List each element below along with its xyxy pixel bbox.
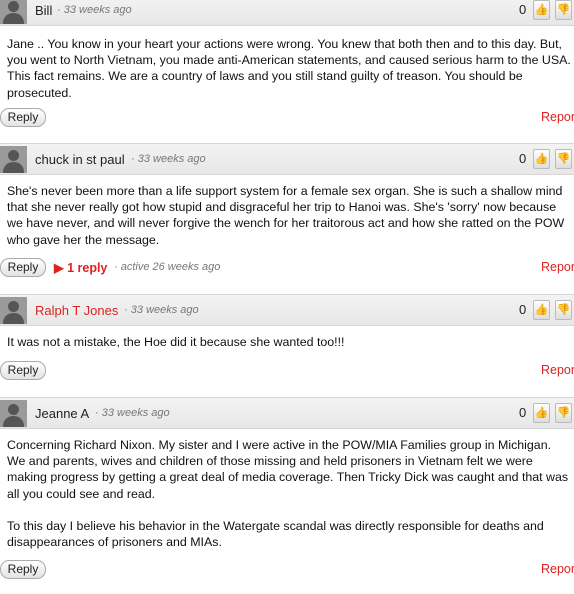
- comment-timestamp: · 33 weeks ago: [95, 407, 170, 419]
- thumbs-down-icon[interactable]: 👎: [555, 403, 572, 423]
- comment-paragraph: Concerning Richard Nixon. My sister and …: [7, 438, 569, 501]
- reply-button[interactable]: Reply: [0, 108, 46, 127]
- vote-score: 0: [519, 151, 527, 166]
- comment-timestamp: · 33 weeks ago: [57, 4, 132, 16]
- reply-button[interactable]: Reply: [0, 560, 46, 579]
- comment-author[interactable]: Jeanne A: [35, 406, 89, 421]
- comment-author[interactable]: Ralph T Jones: [35, 303, 118, 318]
- vote-score: 0: [519, 302, 527, 317]
- comment: Jeanne A · 33 weeks ago 0 👍 👎 Concerning…: [0, 397, 574, 594]
- report-link[interactable]: Report: [541, 363, 574, 377]
- comment-header: Bill · 33 weeks ago 0 👍 👎: [0, 0, 574, 26]
- comment: Ralph T Jones · 33 weeks ago 0 👍 👎 It wa…: [0, 294, 574, 384]
- report-link[interactable]: Report: [541, 110, 574, 124]
- comment-author[interactable]: Bill: [35, 3, 52, 18]
- thumbs-up-icon[interactable]: 👍: [533, 300, 550, 320]
- comment-paragraph: Jane .. You know in your heart your acti…: [7, 37, 571, 100]
- comment-body: Concerning Richard Nixon. My sister and …: [7, 437, 572, 566]
- reply-button[interactable]: Reply: [0, 361, 46, 380]
- vote-score: 0: [519, 405, 527, 420]
- thumbs-up-icon[interactable]: 👍: [533, 0, 550, 20]
- comment-paragraph: To this day I believe his behavior in th…: [7, 518, 544, 550]
- comment-header: chuck in st paul · 33 weeks ago 0 👍 👎: [0, 143, 574, 175]
- thumbs-up-icon[interactable]: 👍: [533, 149, 550, 169]
- default-avatar-icon[interactable]: [0, 146, 27, 173]
- thumbs-down-icon[interactable]: 👎: [555, 0, 572, 20]
- thumbs-down-icon[interactable]: 👎: [555, 149, 572, 169]
- comment: Bill · 33 weeks ago 0 👍 👎 Jane .. You kn…: [0, 0, 574, 134]
- reply-button[interactable]: Reply: [0, 258, 46, 277]
- default-avatar-icon[interactable]: [0, 0, 27, 24]
- comment: chuck in st paul · 33 weeks ago 0 👍 👎 Sh…: [0, 143, 574, 283]
- vote-score: 0: [519, 2, 527, 17]
- comment-paragraph: It was not a mistake, the Hoe did it bec…: [7, 335, 345, 349]
- report-link[interactable]: Report: [541, 562, 574, 576]
- default-avatar-icon[interactable]: [0, 400, 27, 427]
- default-avatar-icon[interactable]: [0, 297, 27, 324]
- comment-timestamp: · 33 weeks ago: [124, 304, 199, 316]
- comment-body: Jane .. You know in your heart your acti…: [7, 36, 572, 117]
- comment-body: She's never been more than a life suppor…: [7, 183, 572, 264]
- comment-timestamp: · 33 weeks ago: [131, 153, 206, 165]
- comment-body: It was not a mistake, the Hoe did it bec…: [7, 334, 572, 366]
- replies-toggle[interactable]: ▶ 1 reply: [54, 260, 107, 275]
- thumbs-up-icon[interactable]: 👍: [533, 403, 550, 423]
- report-link[interactable]: Report: [541, 260, 574, 274]
- replies-activity: · active 26 weeks ago: [114, 261, 221, 273]
- thumbs-down-icon[interactable]: 👎: [555, 300, 572, 320]
- comment-header: Ralph T Jones · 33 weeks ago 0 👍 👎: [0, 294, 574, 326]
- comment-author[interactable]: chuck in st paul: [35, 152, 125, 167]
- comment-paragraph: She's never been more than a life suppor…: [7, 184, 565, 247]
- comment-header: Jeanne A · 33 weeks ago 0 👍 👎: [0, 397, 574, 429]
